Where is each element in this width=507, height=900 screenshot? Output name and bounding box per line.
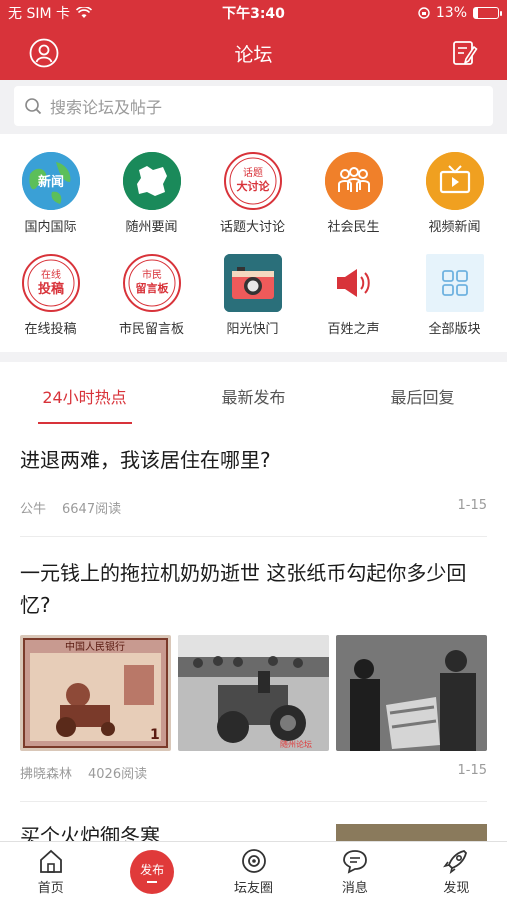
home-icon (39, 849, 62, 873)
svg-text:1: 1 (150, 727, 160, 743)
category-message-board[interactable]: 市民 留言板 市民留言板 (101, 254, 202, 337)
megaphone-icon (324, 254, 383, 312)
tab-label: 24小时热点 (42, 388, 127, 407)
search-placeholder: 搜索论坛及帖子 (50, 98, 163, 117)
category-label: 国内国际 (24, 220, 77, 235)
profile-button[interactable] (28, 37, 60, 69)
feed-tabs: 24小时热点 最新发布 最后回复 (0, 362, 507, 424)
category-label: 市民留言板 (118, 322, 184, 337)
svg-text:投稿: 投稿 (37, 281, 63, 297)
category-video-news[interactable]: 视频新闻 (404, 152, 505, 235)
post-meta: 拂晓森林 4026阅读 1-15 (20, 763, 487, 782)
bottom-tab-bar: 首页 发布 坛友圈 消息 发现 (0, 841, 507, 900)
post-reads: 6647阅读 (62, 502, 122, 517)
post-date: 1-15 (457, 498, 487, 513)
post-reads: 4026阅读 (88, 767, 148, 782)
category-label: 阳光快门 (226, 322, 279, 337)
eye-icon (241, 849, 266, 873)
post-date: 1-15 (457, 763, 487, 778)
category-suizhou-news[interactable]: 随州要闻 (101, 152, 202, 235)
publish-icon: 发布 (130, 850, 175, 894)
tab-label: 最后回复 (390, 388, 455, 407)
message-icon (343, 850, 367, 874)
tabbar-label: 消息 (341, 881, 368, 896)
svg-text:新闻: 新闻 (37, 174, 63, 190)
tabbar-label: 发现 (443, 881, 470, 896)
category-all-sections[interactable]: 全部版块 (404, 254, 505, 337)
svg-text:话题: 话题 (243, 167, 263, 179)
tab-24h-hot[interactable]: 24小时热点 (0, 362, 169, 424)
people-icon (324, 152, 383, 210)
battery-percent: 13% (435, 5, 467, 21)
svg-text:随州论坛: 随州论坛 (280, 739, 312, 749)
category-label: 在线投稿 (24, 322, 77, 337)
category-label: 社会民生 (327, 220, 380, 235)
category-sunshine-shutter[interactable]: 阳光快门 (202, 254, 303, 337)
app-header: 论坛 (0, 26, 507, 80)
category-grid: 新闻 国内国际 随州要闻 话题 大讨论 话题大讨论 社会民生 视频新闻 在线 投稿 … (0, 134, 507, 352)
battery-icon (473, 7, 502, 19)
svg-text:中国人民银行: 中国人民银行 (65, 640, 125, 653)
category-online-submission[interactable]: 在线 投稿 在线投稿 (0, 254, 101, 337)
wifi-icon (76, 7, 92, 18)
rocket-icon (443, 850, 468, 874)
tab-label: 最新发布 (221, 388, 286, 407)
post-item[interactable]: 一元钱上的拖拉机奶奶逝世 这张纸币勾起你多少回忆? 中国人民银行 1 随州论坛 拂… (0, 537, 507, 801)
section-divider (0, 352, 507, 362)
user-icon (29, 38, 59, 68)
seal-icon: 话题 大讨论 (223, 152, 282, 210)
post-images: 中国人民银行 1 随州论坛 (20, 635, 487, 751)
map-icon (122, 152, 181, 210)
category-topic-discussion[interactable]: 话题 大讨论 话题大讨论 (202, 152, 303, 235)
camera-icon (223, 254, 282, 312)
svg-text:市民: 市民 (142, 268, 162, 281)
category-society[interactable]: 社会民生 (303, 152, 404, 235)
svg-text:留言板: 留言板 (135, 281, 169, 295)
tab-last-reply[interactable]: 最后回复 (338, 362, 507, 424)
status-bar: 无 SIM 卡 下午3:40 13% (0, 0, 507, 26)
post-author: 拂晓森林 (20, 767, 73, 782)
grid-icon (425, 254, 484, 312)
tv-icon (425, 152, 484, 210)
carrier-label: 无 SIM 卡 (8, 6, 70, 22)
status-time: 下午3:40 (222, 6, 285, 22)
orientation-lock-icon (418, 7, 430, 19)
tabbar-messages[interactable]: 消息 (304, 842, 405, 900)
seal-icon: 市民 留言板 (122, 254, 181, 312)
banknote-image[interactable]: 中国人民银行 1 (20, 635, 171, 751)
edit-icon (453, 41, 478, 65)
tabbar-home[interactable]: 首页 (0, 842, 101, 900)
category-domestic-international[interactable]: 新闻 国内国际 (0, 152, 101, 235)
tabbar-label: 坛友圈 (234, 881, 274, 896)
page-title: 论坛 (234, 43, 273, 66)
publish-label: 发布 (140, 863, 165, 877)
post-title: 一元钱上的拖拉机奶奶逝世 这张纸币勾起你多少回忆? (20, 561, 467, 617)
tabbar-label: 首页 (37, 881, 64, 896)
post-title: 进退两难，我该居住在哪里? (20, 448, 271, 472)
post-author: 公牛 (20, 502, 47, 517)
search-bar: 搜索论坛及帖子 (0, 80, 507, 134)
search-input[interactable]: 搜索论坛及帖子 (14, 86, 493, 126)
svg-text:在线: 在线 (41, 268, 61, 281)
tractor-photo[interactable]: 随州论坛 (178, 635, 329, 751)
category-public-voice[interactable]: 百姓之声 (303, 254, 404, 337)
globe-icon: 新闻 (21, 152, 80, 210)
seal-icon: 在线 投稿 (21, 254, 80, 312)
post-meta: 公牛 6647阅读 1-15 (20, 498, 487, 517)
category-label: 随州要闻 (125, 220, 178, 235)
category-label: 百姓之声 (327, 322, 380, 337)
tabbar-discover[interactable]: 发现 (406, 842, 507, 900)
tabbar-friends-circle[interactable]: 坛友圈 (203, 842, 304, 900)
tab-latest[interactable]: 最新发布 (169, 362, 338, 424)
award-photo[interactable] (336, 635, 487, 751)
svg-text:大讨论: 大讨论 (236, 179, 270, 193)
compose-button[interactable] (449, 37, 481, 69)
category-label: 视频新闻 (428, 220, 481, 235)
tabbar-publish[interactable]: 发布 (101, 842, 202, 900)
post-item[interactable]: 进退两难，我该居住在哪里? 公牛 6647阅读 1-15 (0, 424, 507, 536)
post-list: 进退两难，我该居住在哪里? 公牛 6647阅读 1-15 一元钱上的拖拉机奶奶逝… (0, 424, 507, 854)
category-label: 话题大讨论 (219, 220, 285, 235)
category-label: 全部版块 (428, 322, 481, 337)
search-icon (25, 98, 42, 115)
